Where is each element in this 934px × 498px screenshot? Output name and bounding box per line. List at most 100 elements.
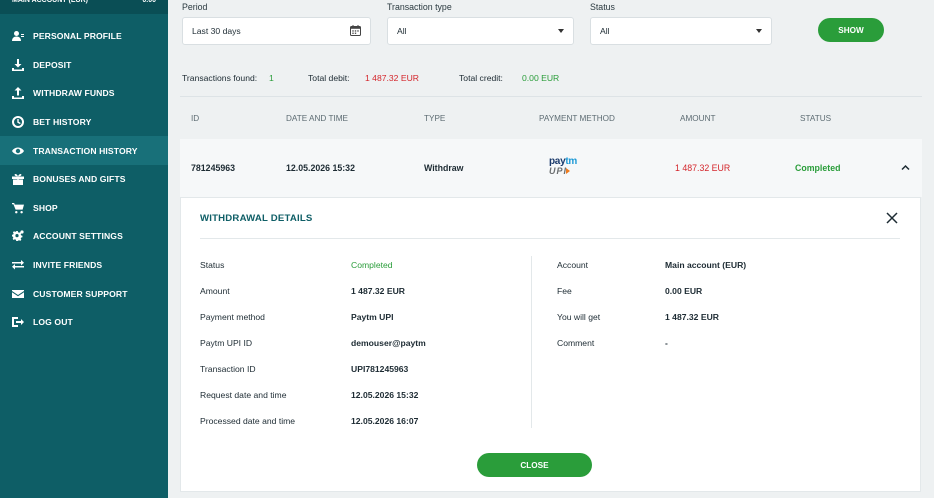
row-datetime: 12.05.2026 15:32 [286, 163, 355, 173]
account-label: MAIN ACCOUNT (EUR) [12, 0, 88, 4]
sidebar-item-label: BONUSES AND GIFTS [33, 174, 126, 185]
detail-label-upi-id: Paytm UPI ID [200, 338, 253, 348]
row-amount: 1 487.32 EUR [675, 163, 731, 173]
withdraw-icon [11, 86, 25, 100]
total-debit-label: Total debit: [308, 73, 350, 83]
col-header-date-time: DATE AND TIME [286, 114, 349, 123]
sidebar-item-label: CUSTOMER SUPPORT [33, 288, 128, 299]
row-id: 781245963 [191, 163, 236, 173]
close-icon[interactable] [886, 212, 898, 224]
col-header-status: STATUS [800, 114, 832, 123]
swap-arrows-icon [11, 258, 25, 272]
transaction-type-select[interactable]: All [387, 17, 574, 45]
sidebar-item-personal-profile[interactable]: PERSONAL PROFILE [0, 22, 168, 51]
chevron-up-icon[interactable] [901, 163, 910, 172]
detail-label-payment-method: Payment method [200, 312, 265, 322]
sidebar-item-withdraw-funds[interactable]: WITHDRAW FUNDS [0, 79, 168, 108]
detail-value-transaction-id: UPI781245963 [351, 364, 409, 374]
sidebar-item-label: WITHDRAW FUNDS [33, 88, 115, 99]
status-value: All [600, 26, 610, 36]
sidebar: MAIN ACCOUNT (EUR) 0.00 PERSONAL PROFILE… [0, 0, 168, 498]
detail-value-account: Main account (EUR) [665, 260, 747, 270]
col-header-amount: AMOUNT [680, 114, 716, 123]
sidebar-item-label: DEPOSIT [33, 59, 72, 70]
col-header-id: ID [191, 114, 200, 123]
sidebar-item-label: ACCOUNT SETTINGS [33, 231, 123, 242]
detail-label-transaction-id: Transaction ID [200, 364, 256, 374]
total-debit-value: 1 487.32 EUR [365, 73, 419, 83]
logout-icon [11, 315, 25, 329]
transactions-found-label: Transactions found: [182, 73, 258, 83]
sidebar-item-label: SHOP [33, 202, 58, 213]
chevron-down-icon [756, 25, 762, 33]
sidebar-item-bet-history[interactable]: BET HISTORY [0, 108, 168, 137]
account-balance-bar: MAIN ACCOUNT (EUR) 0.00 [0, 0, 168, 14]
period-label: Period [182, 2, 208, 12]
row-status: Completed [795, 163, 841, 173]
transaction-type-value: All [397, 26, 407, 36]
detail-label-amount: Amount [200, 286, 230, 296]
upi-wordmark: UPI [549, 166, 583, 176]
detail-value-status: Completed [351, 260, 393, 270]
detail-value-payment-method: Paytm UPI [351, 312, 394, 322]
detail-value-request-date: 12.05.2026 15:32 [351, 390, 419, 400]
summary-divider [180, 96, 922, 97]
close-button[interactable]: CLOSE [477, 453, 592, 477]
detail-value-you-will-get: 1 487.32 EUR [665, 312, 719, 322]
deposit-icon [11, 58, 25, 72]
details-divider [200, 238, 900, 239]
sidebar-item-deposit[interactable]: DEPOSIT [0, 51, 168, 80]
detail-label-account: Account [557, 260, 589, 270]
total-credit-value: 0.00 EUR [522, 73, 560, 83]
cart-icon [11, 201, 25, 215]
row-type: Withdraw [424, 163, 464, 173]
total-credit-label: Total credit: [459, 73, 503, 83]
detail-label-you-will-get: You will get [557, 312, 601, 322]
detail-label-request-date: Request date and time [200, 390, 287, 400]
detail-value-upi-id: demouser@paytm [351, 338, 426, 348]
sidebar-item-transaction-history[interactable]: TRANSACTION HISTORY [0, 136, 168, 165]
period-value: Last 30 days [192, 26, 241, 36]
paytm-upi-logo: paytm UPI [549, 156, 583, 182]
status-select[interactable]: All [590, 17, 772, 45]
sidebar-item-label: TRANSACTION HISTORY [33, 145, 138, 156]
withdrawal-details-title: WITHDRAWAL DETAILS [200, 213, 313, 224]
sidebar-item-account-settings[interactable]: ACCOUNT SETTINGS [0, 222, 168, 251]
clock-icon [11, 115, 25, 129]
detail-value-fee: 0.00 EUR [665, 286, 703, 296]
detail-label-fee: Fee [557, 286, 572, 296]
main-content: Period Last 30 days Transaction type All… [168, 0, 934, 498]
detail-label-processed-date: Processed date and time [200, 416, 296, 426]
withdrawal-details-panel: WITHDRAWAL DETAILS Status Completed Amou… [180, 197, 921, 492]
sidebar-item-shop[interactable]: SHOP [0, 194, 168, 223]
chevron-down-icon [558, 25, 564, 33]
show-button[interactable]: SHOW [818, 18, 884, 42]
sidebar-item-log-out[interactable]: LOG OUT [0, 308, 168, 337]
details-column-divider [531, 256, 532, 428]
sidebar-item-invite-friends[interactable]: INVITE FRIENDS [0, 251, 168, 280]
calendar-icon[interactable] [350, 25, 361, 38]
period-input[interactable]: Last 30 days [182, 17, 371, 45]
transaction-type-label: Transaction type [387, 2, 452, 12]
detail-value-amount: 1 487.32 EUR [351, 286, 405, 296]
sidebar-item-bonuses-and-gifts[interactable]: BONUSES AND GIFTS [0, 165, 168, 194]
transactions-found-value: 1 [269, 73, 274, 83]
sidebar-item-customer-support[interactable]: CUSTOMER SUPPORT [0, 279, 168, 308]
detail-label-comment: Comment [557, 338, 595, 348]
gift-icon [11, 172, 25, 186]
sidebar-item-label: PERSONAL PROFILE [33, 31, 122, 42]
col-header-payment-method: PAYMENT METHOD [539, 114, 615, 123]
status-label: Status [590, 2, 615, 12]
account-balance: 0.00 [142, 0, 156, 4]
sidebar-item-label: LOG OUT [33, 317, 73, 328]
gear-icon [11, 229, 25, 243]
sidebar-item-label: BET HISTORY [33, 117, 92, 128]
user-icon [11, 29, 25, 43]
detail-label-status: Status [200, 260, 225, 270]
detail-value-comment: - [665, 338, 668, 348]
sidebar-menu: PERSONAL PROFILE DEPOSIT WITHDRAW FUNDS … [0, 22, 168, 337]
detail-value-processed-date: 12.05.2026 16:07 [351, 416, 419, 426]
mail-icon [11, 287, 25, 301]
eye-icon [11, 144, 25, 158]
col-header-type: TYPE [424, 114, 446, 123]
